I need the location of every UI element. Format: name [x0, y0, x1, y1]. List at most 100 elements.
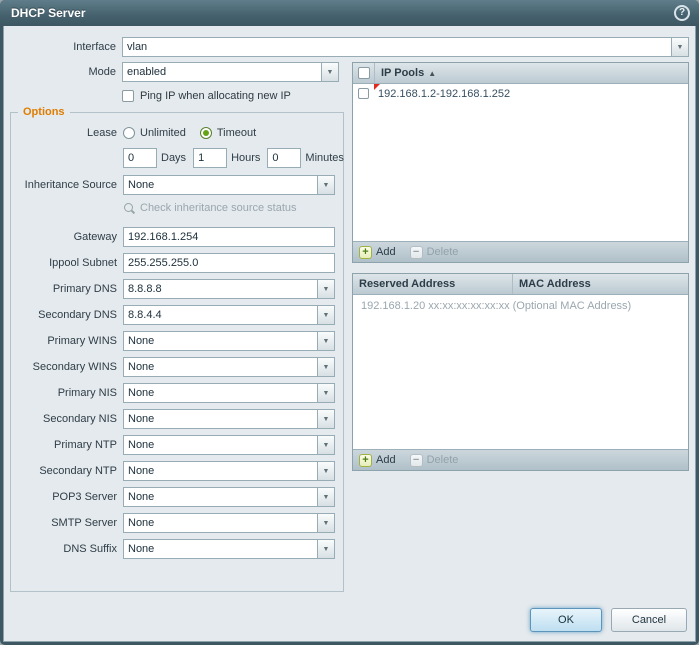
minutes-input[interactable]: [267, 148, 301, 168]
interface-label: Interface: [10, 41, 122, 53]
pop3-server-value[interactable]: [124, 488, 317, 506]
primary-nis-value[interactable]: [124, 384, 317, 402]
pop3-server-select[interactable]: ▼: [123, 487, 335, 507]
reserved-placeholder-row: 192.168.1.20 xx:xx:xx:xx:xx:xx (Optional…: [353, 295, 688, 317]
primary-ntp-select[interactable]: ▼: [123, 435, 335, 455]
secondary-dns-value[interactable]: [124, 306, 317, 324]
dhcp-server-dialog: DHCP Server ? Interface ▼ Mode ▼: [0, 0, 699, 645]
secondary-wins-label: Secondary WINS: [11, 361, 123, 373]
primary-dns-label: Primary DNS: [11, 283, 123, 295]
secondary-nis-select[interactable]: ▼: [123, 409, 335, 429]
add-reserved-button[interactable]: + Add: [359, 454, 396, 467]
check-inheritance-label: Check inheritance source status: [140, 202, 297, 214]
chevron-down-icon[interactable]: ▼: [321, 63, 338, 81]
add-icon: +: [359, 454, 372, 467]
delete-icon: −: [410, 454, 423, 467]
lease-row: Lease Unlimited Timeout: [11, 127, 335, 139]
lease-unlimited-label[interactable]: Unlimited: [140, 127, 186, 139]
inheritance-source-value[interactable]: [124, 176, 317, 194]
secondary-ntp-select[interactable]: ▼: [123, 461, 335, 481]
dns-suffix-label: DNS Suffix: [11, 543, 123, 555]
hours-input[interactable]: [193, 148, 227, 168]
gateway-input[interactable]: [123, 227, 335, 247]
lease-unlimited-radio[interactable]: [123, 127, 135, 139]
primary-dns-row: Primary DNS ▼: [11, 279, 335, 299]
ip-pool-row[interactable]: 192.168.1.2-192.168.1.252: [353, 84, 688, 103]
reserved-address-column-header[interactable]: Reserved Address: [353, 274, 513, 294]
dns-suffix-value[interactable]: [124, 540, 317, 558]
chevron-down-icon[interactable]: ▼: [317, 540, 334, 558]
secondary-dns-select[interactable]: ▼: [123, 305, 335, 325]
mode-value[interactable]: [123, 63, 321, 81]
chevron-down-icon[interactable]: ▼: [317, 332, 334, 350]
days-input[interactable]: [123, 148, 157, 168]
title-bar: DHCP Server ?: [0, 0, 699, 26]
help-icon[interactable]: ?: [674, 5, 690, 21]
primary-wins-value[interactable]: [124, 332, 317, 350]
ping-ip-checkbox[interactable]: [122, 90, 134, 102]
lease-label: Lease: [11, 127, 123, 139]
secondary-wins-select[interactable]: ▼: [123, 357, 335, 377]
primary-ntp-row: Primary NTP ▼: [11, 435, 335, 455]
cancel-button[interactable]: Cancel: [611, 608, 687, 632]
ip-pool-value[interactable]: 192.168.1.2-192.168.1.252: [378, 88, 510, 100]
chevron-down-icon[interactable]: ▼: [317, 488, 334, 506]
ip-pools-header-label: IP Pools: [381, 67, 424, 79]
mode-select[interactable]: ▼: [122, 62, 339, 82]
primary-wins-select[interactable]: ▼: [123, 331, 335, 351]
secondary-ntp-label: Secondary NTP: [11, 465, 123, 477]
secondary-ntp-value[interactable]: [124, 462, 317, 480]
interface-value[interactable]: [123, 38, 671, 56]
check-inheritance-link[interactable]: Check inheritance source status: [123, 202, 297, 214]
secondary-nis-value[interactable]: [124, 410, 317, 428]
dns-suffix-select[interactable]: ▼: [123, 539, 335, 559]
primary-ntp-value[interactable]: [124, 436, 317, 454]
delete-reserved-button[interactable]: − Delete: [410, 454, 459, 467]
chevron-down-icon[interactable]: ▼: [317, 462, 334, 480]
ip-pools-column-header[interactable]: IP Pools ▲: [375, 63, 442, 83]
primary-dns-select[interactable]: ▼: [123, 279, 335, 299]
mode-row: Mode ▼: [10, 62, 344, 82]
smtp-server-select[interactable]: ▼: [123, 513, 335, 533]
interface-select[interactable]: ▼: [122, 37, 689, 57]
delete-ip-pool-button[interactable]: − Delete: [410, 246, 459, 259]
inheritance-source-select[interactable]: ▼: [123, 175, 335, 195]
right-tables-column: IP Pools ▲ 192.168.1.2-192.168.1.252: [352, 62, 689, 471]
chevron-down-icon[interactable]: ▼: [317, 514, 334, 532]
chevron-down-icon[interactable]: ▼: [317, 358, 334, 376]
ping-ip-label[interactable]: Ping IP when allocating new IP: [140, 90, 291, 102]
dialog-buttons: OK Cancel: [530, 608, 687, 632]
mode-label: Mode: [10, 66, 122, 78]
inheritance-source-label: Inheritance Source: [11, 179, 123, 191]
select-all-checkbox[interactable]: [358, 67, 370, 79]
add-ip-pool-button[interactable]: + Add: [359, 246, 396, 259]
ip-pool-cell[interactable]: 192.168.1.2-192.168.1.252: [374, 84, 510, 103]
ok-button[interactable]: OK: [530, 608, 602, 632]
chevron-down-icon[interactable]: ▼: [671, 38, 688, 56]
header-checkbox-cell: [353, 63, 375, 83]
lease-timeout-radio[interactable]: [200, 127, 212, 139]
lease-timeout-label[interactable]: Timeout: [217, 127, 256, 139]
mac-address-column-header[interactable]: MAC Address: [513, 274, 688, 294]
chevron-down-icon[interactable]: ▼: [317, 436, 334, 454]
dns-suffix-row: DNS Suffix ▼: [11, 539, 335, 559]
gateway-row: Gateway: [11, 227, 335, 247]
primary-dns-value[interactable]: [124, 280, 317, 298]
search-icon: [123, 202, 135, 214]
row-checkbox[interactable]: [358, 88, 369, 99]
days-label: Days: [161, 152, 186, 164]
reserved-address-table: Reserved Address MAC Address 192.168.1.2…: [352, 273, 689, 471]
primary-nis-select[interactable]: ▼: [123, 383, 335, 403]
secondary-dns-label: Secondary DNS: [11, 309, 123, 321]
secondary-wins-value[interactable]: [124, 358, 317, 376]
chevron-down-icon[interactable]: ▼: [317, 410, 334, 428]
main-area: Mode ▼ Ping IP when allocating new IP Op…: [10, 62, 689, 592]
chevron-down-icon[interactable]: ▼: [317, 306, 334, 324]
ippool-subnet-input[interactable]: [123, 253, 335, 273]
ip-pools-table: IP Pools ▲ 192.168.1.2-192.168.1.252: [352, 62, 689, 263]
chevron-down-icon[interactable]: ▼: [317, 384, 334, 402]
chevron-down-icon[interactable]: ▼: [317, 176, 334, 194]
chevron-down-icon[interactable]: ▼: [317, 280, 334, 298]
smtp-server-value[interactable]: [124, 514, 317, 532]
dialog-body: Interface ▼ Mode ▼ Ping IP when allo: [3, 26, 696, 642]
